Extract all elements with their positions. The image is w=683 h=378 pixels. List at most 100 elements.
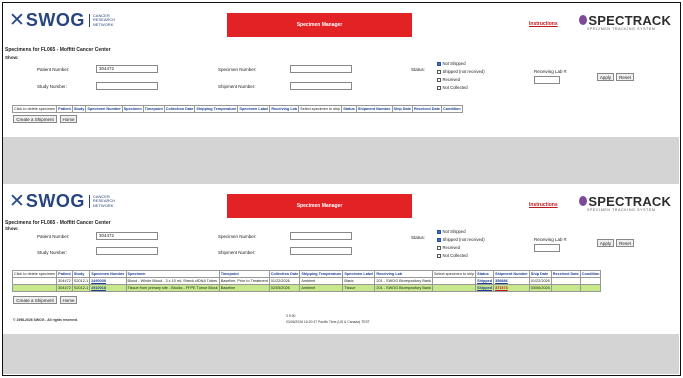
status-received[interactable]: Received (437, 245, 460, 250)
checkbox-checked-icon[interactable] (437, 237, 441, 242)
show-label: Show: (5, 55, 19, 60)
cell-status[interactable]: Shipped (475, 284, 495, 292)
study-number-input[interactable] (96, 82, 158, 90)
column-header: Select specimen to ship (431, 270, 477, 278)
column-header[interactable]: Study (71, 270, 91, 278)
column-header[interactable]: Shipment Number (355, 105, 393, 113)
column-header[interactable]: Shipping Temperature (194, 105, 239, 113)
column-header[interactable]: Timepoint (142, 105, 165, 113)
status-option-label: Not Collected (442, 253, 468, 258)
instructions-link[interactable]: Instructions (529, 202, 558, 208)
footer-copyright: © 1998-2026 SWOG - All rights reserved. (13, 318, 78, 322)
status-option-label: Shipped (not received) (442, 69, 485, 74)
create-shipment-button[interactable]: Create a Shipment (13, 296, 57, 304)
checkbox-checked-icon[interactable] (437, 61, 441, 66)
cell-specimen-number[interactable]: 2490039 (89, 277, 127, 285)
column-header[interactable]: Specimen Label (342, 270, 376, 278)
study-number-input[interactable] (96, 247, 158, 255)
home-button[interactable]: Home (60, 296, 77, 304)
column-header[interactable]: Ship Date (391, 105, 414, 113)
column-header[interactable]: Patient (56, 270, 73, 278)
column-header[interactable]: Status (341, 105, 357, 113)
table-header-row: Click to delete specimen Patient Study Spec… (11, 270, 602, 278)
status-received[interactable]: Received (437, 77, 460, 82)
column-header[interactable]: Collection Date (163, 105, 196, 113)
column-header[interactable]: Receiving Lab (374, 270, 433, 278)
apply-button[interactable]: Apply (597, 73, 614, 81)
receiving-lab-input[interactable] (534, 76, 560, 84)
receiving-lab-input[interactable] (534, 244, 560, 252)
checkbox-icon[interactable] (437, 245, 441, 250)
cell-select[interactable] (431, 284, 477, 292)
cell-delete[interactable] (11, 277, 58, 285)
checkbox-icon[interactable] (437, 85, 441, 90)
cell-status[interactable]: Shipped (475, 277, 495, 285)
checkbox-icon[interactable] (437, 253, 441, 258)
checkbox-checked-icon[interactable] (437, 229, 441, 234)
cell-patient: 304472 (56, 277, 73, 285)
checkbox-icon[interactable] (437, 77, 441, 82)
header: ✕ SWOG CANCER RESEARCH NETWORK Specimen … (3, 3, 679, 39)
column-header[interactable]: Specimen Label (237, 105, 271, 113)
column-header[interactable]: Patient (56, 105, 73, 113)
status-not-shipped[interactable]: Not Shipped (437, 61, 466, 66)
status-option-label: Shipped (not received) (442, 237, 485, 242)
column-header[interactable]: Collection Date (268, 270, 301, 278)
patient-number-label: Patient Number: (37, 67, 70, 72)
header: ✕ SWOG CANCER RESEARCH NETWORK Specimen … (3, 184, 679, 220)
banner-title: Specimen Manager (296, 22, 343, 28)
column-header[interactable]: Study (71, 105, 87, 113)
reset-button[interactable]: Reset (616, 239, 634, 247)
column-header[interactable]: Timepoint (218, 270, 270, 278)
status-label: Status: (411, 235, 426, 240)
cell-shipment-number[interactable]: 359886 (493, 277, 530, 285)
column-header[interactable]: Received Date (550, 270, 581, 278)
cell-study: S2012-1 (71, 284, 91, 292)
column-header[interactable]: Specimen (125, 270, 220, 278)
column-header[interactable]: Receiving Lab (269, 105, 300, 113)
swog-logo: ✕ SWOG CANCER RESEARCH NETWORK (9, 10, 115, 31)
column-header[interactable]: Ship Date (528, 270, 552, 278)
patient-number-input[interactable]: 304472 (96, 232, 158, 240)
swog-x-icon: ✕ (9, 190, 25, 212)
column-header[interactable]: Condition (579, 270, 602, 278)
status-shipped[interactable]: Shipped (not received) (437, 237, 485, 242)
swog-logo-word: SWOG (25, 10, 85, 30)
column-header[interactable]: Shipment Number (493, 270, 530, 278)
home-button[interactable]: Home (60, 115, 77, 123)
column-header[interactable]: Shipping Temperature (299, 270, 344, 278)
status-not-collected[interactable]: Not Collected (437, 85, 468, 90)
apply-button[interactable]: Apply (597, 239, 614, 247)
create-shipment-button[interactable]: Create a Shipment (13, 115, 57, 123)
cell-timepoint: Baseline, Prior to Treatment (218, 277, 270, 285)
instructions-link[interactable]: Instructions (529, 21, 558, 27)
cell-shipping-temperature: Ambient (299, 277, 344, 285)
status-not-collected[interactable]: Not Collected (437, 253, 468, 258)
cell-shipment-number[interactable]: 371573 (493, 284, 530, 292)
cell-delete[interactable] (11, 284, 58, 292)
patient-number-input[interactable]: 304472 (96, 65, 158, 73)
column-header[interactable]: Status (475, 270, 495, 278)
shipment-number-input[interactable] (290, 82, 352, 90)
swog-x-icon: ✕ (9, 9, 25, 31)
study-number-label: Study Number: (37, 250, 68, 255)
cell-specimen-number[interactable]: 2510018 (89, 284, 127, 292)
shipment-number-label: Shipment Number: (218, 84, 256, 89)
status-not-shipped[interactable]: Not Shipped (437, 229, 466, 234)
status-shipped[interactable]: Shipped (not received) (437, 69, 485, 74)
shipment-number-input[interactable] (290, 247, 352, 255)
specimen-number-input[interactable] (290, 232, 352, 240)
cell-patient: 304472 (56, 284, 73, 292)
reset-button[interactable]: Reset (616, 73, 634, 81)
column-header[interactable]: Specimen Number (89, 270, 127, 278)
specimen-number-input[interactable] (290, 65, 352, 73)
checkbox-icon[interactable] (437, 69, 441, 74)
column-header[interactable]: Specimen (121, 105, 144, 113)
patient-number-label: Patient Number: (37, 234, 70, 239)
column-header[interactable]: Condition (440, 105, 463, 113)
table-row: 304472 S2012-1 2510018 Tissue from primary … (11, 284, 602, 292)
receiving-lab-label: Receiving Lab #: (534, 69, 568, 74)
column-header[interactable]: Received Date (412, 105, 442, 113)
column-header[interactable]: Specimen Number (85, 105, 123, 113)
cell-select[interactable] (431, 277, 477, 285)
